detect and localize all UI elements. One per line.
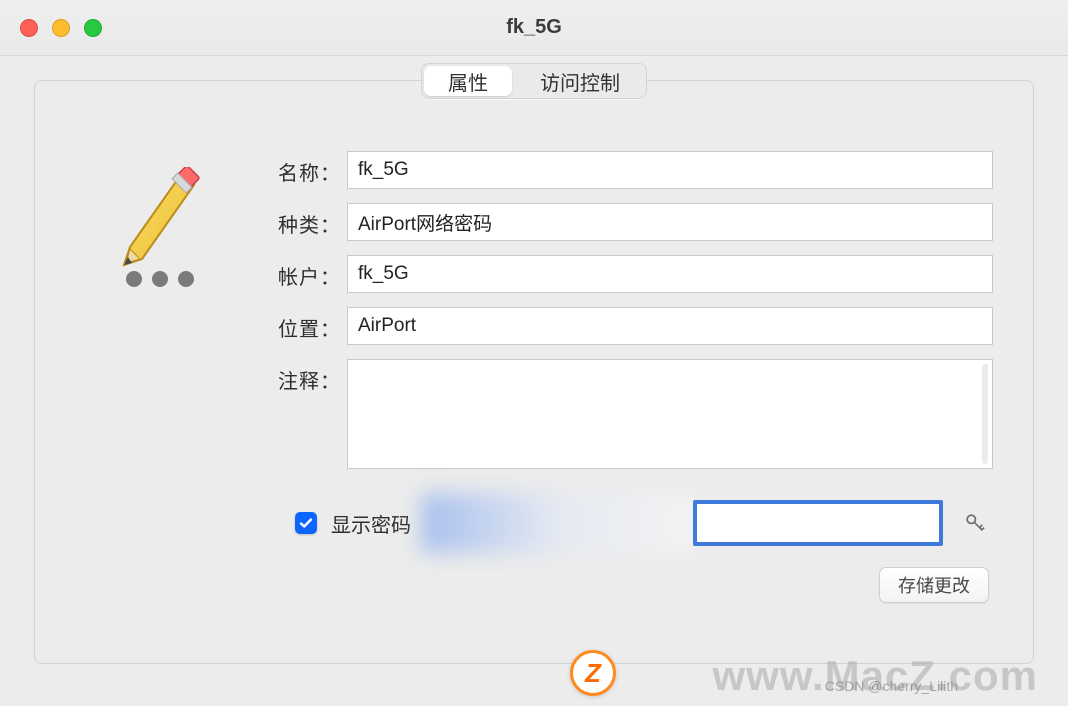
account-field[interactable]	[347, 255, 993, 293]
row-save: 存储更改	[255, 567, 993, 603]
zoom-button[interactable]	[84, 19, 102, 37]
label-account: 帐户：	[255, 255, 347, 290]
where-field[interactable]	[347, 307, 993, 345]
password-blurred-region	[421, 493, 697, 553]
close-button[interactable]	[20, 19, 38, 37]
form: 名称： 种类： 帐户： 位置：	[35, 81, 1033, 623]
panel: 属性 访问控制	[34, 80, 1034, 664]
label-kind: 种类：	[255, 203, 347, 238]
row-where: 位置：	[255, 307, 993, 345]
show-password-label: 显示密码	[331, 509, 411, 538]
password-dots-icon	[126, 271, 194, 287]
watermark-csdn: CSDN @cherry_Lilith	[825, 678, 958, 694]
content-area: 属性 访问控制	[0, 56, 1068, 706]
label-comments: 注释：	[255, 359, 347, 394]
kind-field[interactable]	[347, 203, 993, 241]
fields: 名称： 种类： 帐户： 位置：	[255, 151, 993, 603]
tab-access-control[interactable]: 访问控制	[514, 64, 646, 98]
key-icon[interactable]	[957, 505, 993, 541]
checkmark-icon	[298, 515, 314, 531]
password-field[interactable]	[693, 500, 943, 546]
name-field[interactable]	[347, 151, 993, 189]
window-controls	[20, 19, 102, 37]
tab-bar: 属性 访问控制	[421, 63, 647, 99]
row-comments: 注释：	[255, 359, 993, 469]
row-name: 名称：	[255, 151, 993, 189]
pencil-icon	[110, 167, 210, 277]
label-name: 名称：	[255, 151, 347, 186]
label-where: 位置：	[255, 307, 347, 342]
row-account: 帐户：	[255, 255, 993, 293]
tab-attributes[interactable]: 属性	[424, 66, 512, 96]
comments-field[interactable]	[347, 359, 993, 469]
keychain-item-window: fk_5G 属性 访问控制	[0, 0, 1068, 706]
minimize-button[interactable]	[52, 19, 70, 37]
save-changes-button[interactable]: 存储更改	[879, 567, 989, 603]
window-title: fk_5G	[0, 16, 1068, 39]
row-show-password: 显示密码	[255, 493, 993, 553]
show-password-checkbox[interactable]	[295, 512, 317, 534]
titlebar: fk_5G	[0, 0, 1068, 56]
row-kind: 种类：	[255, 203, 993, 241]
item-icon-col	[75, 151, 245, 603]
scrollbar[interactable]	[982, 364, 988, 464]
